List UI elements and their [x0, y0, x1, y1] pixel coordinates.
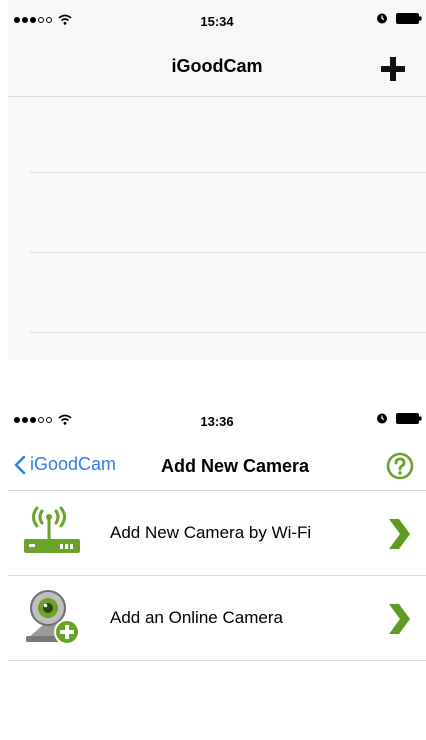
navigation-bar: iGoodCam — [8, 40, 426, 97]
navigation-bar: iGoodCam Add New Camera — [8, 440, 426, 491]
battery-icon — [396, 412, 422, 424]
list-separator — [30, 172, 426, 173]
webcam-add-icon — [26, 590, 80, 645]
screen-camera-list: 15:34 iGoodCam — [8, 0, 426, 360]
add-camera-wifi-label: Add New Camera by Wi-Fi — [110, 523, 312, 542]
plus-icon[interactable] — [378, 54, 408, 84]
back-button-label: iGoodCam — [30, 454, 117, 474]
add-camera-wifi-row[interactable]: Add New Camera by Wi-Fi — [8, 491, 426, 576]
status-bar: 13:36 — [8, 400, 426, 440]
list-separator — [30, 252, 426, 253]
status-icons — [376, 12, 422, 24]
chevron-right-icon — [389, 519, 410, 549]
status-time: 13:36 — [200, 414, 234, 429]
add-online-camera-row[interactable]: Add an Online Camera — [8, 576, 426, 661]
chevron-right-icon — [389, 604, 410, 634]
add-online-camera-label: Add an Online Camera — [110, 608, 283, 627]
alarm-clock-icon — [377, 413, 387, 424]
status-icons — [376, 412, 422, 424]
battery-icon — [396, 12, 422, 24]
status-time: 15:34 — [200, 14, 234, 29]
back-button[interactable]: iGoodCam — [14, 454, 116, 475]
wifi-router-icon — [24, 506, 80, 553]
alarm-clock-icon — [377, 13, 387, 24]
status-bar: 15:34 — [8, 0, 426, 40]
page-title: iGoodCam — [171, 56, 263, 76]
question-icon[interactable] — [386, 452, 414, 480]
chevron-left-icon — [14, 455, 26, 474]
list-separator — [30, 332, 426, 333]
page-title: Add New Camera — [161, 456, 310, 476]
screen-add-camera: 13:36 iGoodCam Add New Camera Add New Ca… — [8, 400, 426, 740]
